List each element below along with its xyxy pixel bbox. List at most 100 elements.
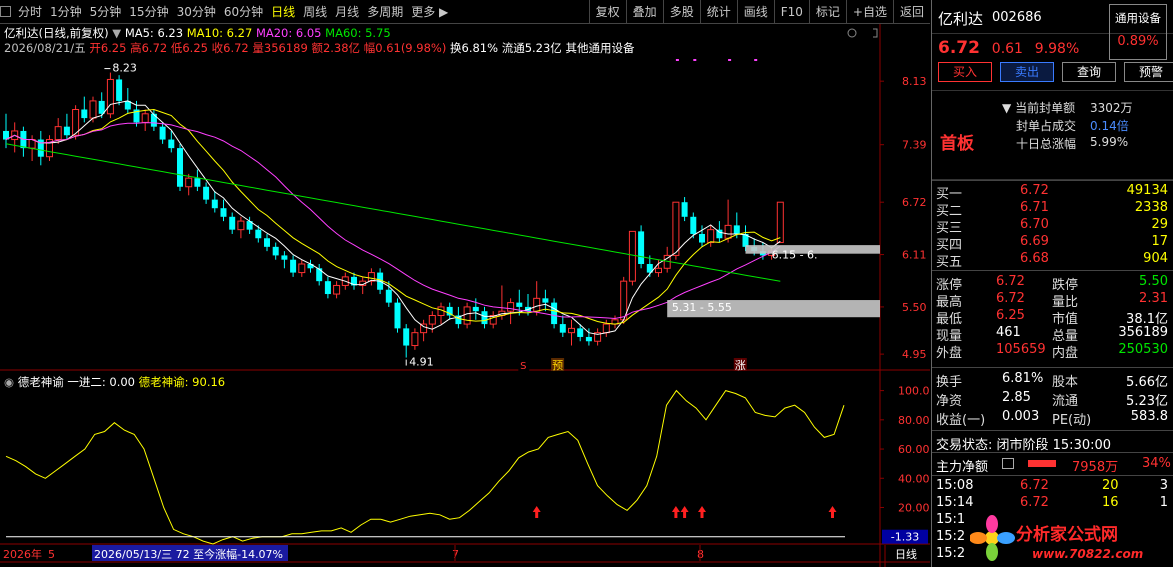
buy-button[interactable]: 买入 [938, 62, 992, 82]
alert-button[interactable]: 预警 [1124, 62, 1173, 82]
menu-square-icon[interactable] [0, 6, 11, 17]
sort-down-icon: ▼ [1002, 101, 1012, 115]
period-9[interactable]: 多周期 [363, 0, 407, 24]
period-4[interactable]: 30分钟 [173, 0, 220, 24]
kline-chart-svg[interactable]: 8.13 7.39 6.72 6.11 5.50 4.95 8.23 4.91 5.31 - 5… [0, 24, 930, 567]
period-2[interactable]: 5分钟 [86, 0, 126, 24]
candle-body [255, 229, 262, 239]
price-axis-label: 5.50 [902, 301, 927, 314]
stat-label-1: 外盘 [936, 346, 963, 361]
quote-stock-code: 002686 [992, 10, 1042, 25]
amount-value: 2.38亿 [322, 41, 361, 55]
period-8[interactable]: 月线 [331, 0, 363, 24]
period-1[interactable]: 1分钟 [46, 0, 86, 24]
ten-day-value: 5.99% [1090, 135, 1129, 149]
site-logo: 分析家公式网 www.70822.com [970, 515, 1143, 561]
toolbar-button-2[interactable]: 多股 [662, 0, 700, 24]
signal-dot [754, 59, 758, 61]
seal-amount-label-text: 当前封单额 [1015, 101, 1076, 115]
candle-body [385, 289, 392, 303]
period-3[interactable]: 15分钟 [125, 0, 172, 24]
turnover-value: 换6.81% [450, 41, 499, 55]
candle-body [394, 302, 401, 329]
open-label: 开 [89, 41, 101, 55]
fund-row: 换手 6.81% 股本 5.66亿 [932, 371, 1173, 390]
candle-body [551, 302, 558, 325]
candle-body [628, 230, 636, 282]
stat-row: 涨停 6.72 跌停 5.50 [932, 274, 1173, 293]
high-label: 高 [130, 41, 142, 55]
price-axis-label: 4.95 [902, 348, 927, 361]
candle-body [220, 208, 227, 217]
divider [932, 270, 1173, 271]
bid-volume: 49134 [1126, 183, 1168, 198]
fund-value-1: 2.85 [1002, 390, 1031, 405]
quote-change: 0.61 [991, 41, 1023, 57]
bid-row: 买四 6.69 17 [932, 234, 1173, 253]
indicator-name: 德老神谕 [17, 375, 64, 389]
marker-yu: 预 [552, 359, 563, 372]
range-annotation-1: 5.31 - 5.55 [672, 301, 732, 314]
period-toolbar: 分时 1分钟 5分钟 15分钟 30分钟 60分钟 日线 周线 月线 多周期 更多 ▶ 复权 叠加 多股… [0, 0, 930, 24]
indicator-axis-label: 100.00 [898, 385, 930, 398]
fund-label-2: PE(动) [1052, 413, 1092, 428]
stat-row: 现量 461 总量 356189 [932, 325, 1173, 344]
first-board-badge: 首板 [940, 134, 974, 154]
seal-ratio: 0.14倍 [1090, 119, 1129, 133]
seal-block: ▼ 当前封单额 3302万 封单占成交 0.14倍 十日总涨幅 5.99% 首板 [932, 90, 1173, 180]
toolbar-button-0[interactable]: 复权 [588, 0, 626, 24]
sector-tag[interactable]: 通用设备 0.89% [1109, 4, 1167, 60]
logo-text: 分析家公式网 [1016, 524, 1118, 545]
indicator-axis-label: 80.00 [898, 414, 930, 427]
bid-label: 买五 [936, 255, 963, 270]
period-5[interactable]: 60分钟 [220, 0, 267, 24]
bid-price: 6.71 [1020, 200, 1049, 215]
ma5-line [5, 100, 781, 335]
open-value: 6.25 [100, 41, 127, 55]
period-6[interactable]: 日线 [267, 0, 299, 24]
indicator-dropdown-icon[interactable]: ◉ [4, 375, 14, 389]
marker-s: S [520, 361, 526, 372]
toolbar-button-5[interactable]: F10 [773, 0, 809, 24]
indicator-badge: -1.33 [891, 531, 919, 544]
stat-label-2: 内盘 [1052, 346, 1079, 361]
sell-button[interactable]: 卖出 [1000, 62, 1054, 82]
sector-tag-name: 通用设备 [1115, 11, 1161, 25]
divider [932, 475, 1173, 476]
vol-value: 356189 [263, 41, 308, 55]
list-icon[interactable] [1002, 458, 1014, 469]
divider [932, 430, 1173, 431]
period-7[interactable]: 周线 [299, 0, 331, 24]
toolbar-button-6[interactable]: 标记 [808, 0, 846, 24]
range-label: 幅 [363, 41, 376, 55]
fund-value-1: 6.81% [1002, 371, 1044, 386]
ma-dropdown-icon[interactable]: ▼ [112, 26, 121, 40]
candle-body [106, 78, 114, 115]
toolbar-button-7[interactable]: +自选 [845, 0, 893, 24]
seal-amount-label: ▼ 当前封单额 [1002, 99, 1075, 116]
query-button[interactable]: 查询 [1062, 62, 1116, 82]
main-force-value: 7958万 [1072, 460, 1119, 475]
indicator-axis-label: 60.00 [898, 443, 930, 456]
divider [932, 452, 1173, 453]
period-10[interactable]: 更多 ▶ [407, 0, 452, 24]
toolbar-button-3[interactable]: 统计 [699, 0, 737, 24]
fund-label-2: 流通 [1052, 394, 1079, 409]
candle-body [290, 259, 297, 273]
toolbar-button-4[interactable]: 画线 [736, 0, 774, 24]
candle-body [324, 281, 331, 295]
stat-value-1: 461 [996, 325, 1021, 340]
period-0[interactable]: 分时 [14, 0, 46, 24]
toolbar-button-8[interactable]: 返回 [892, 0, 930, 24]
toolbar-button-1[interactable]: 叠加 [625, 0, 663, 24]
candle-body [185, 177, 193, 188]
tick-time: 15:08 [936, 478, 974, 493]
bid-price: 6.70 [1020, 217, 1049, 232]
flower-logo-icon [970, 515, 1015, 561]
candle-body [690, 216, 697, 234]
ma5-legend: MA5: 6.23 [124, 26, 184, 40]
stat-value-1: 6.72 [996, 291, 1025, 306]
stat-value-1: 6.25 [996, 308, 1025, 323]
signal-dot [728, 59, 732, 61]
ma20-legend: MA20: 6.05 [255, 26, 322, 40]
